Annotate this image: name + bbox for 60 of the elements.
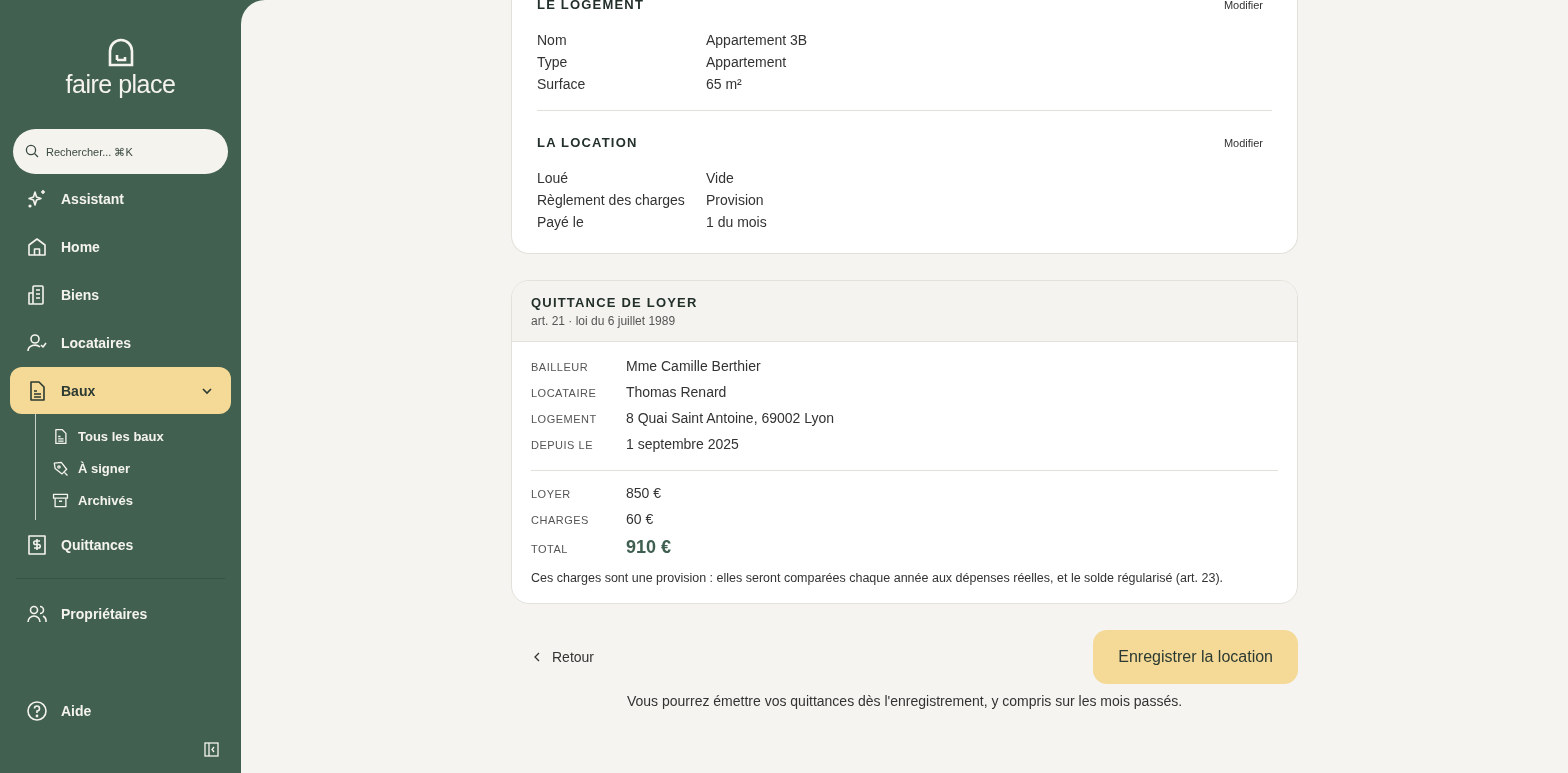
amount-value: 850 € <box>626 485 662 501</box>
person-check-icon <box>26 331 48 354</box>
field-label: Type <box>537 53 569 72</box>
section-heading: LE LOGEMENT <box>537 0 645 12</box>
receipt-subtitle: art. 21 · loi du 6 juillet 1989 <box>531 314 677 328</box>
field-label: Nom <box>537 31 568 50</box>
help-icon <box>26 699 48 722</box>
back-link[interactable]: Retour <box>533 649 595 665</box>
field-value: Thomas Renard <box>626 384 727 400</box>
field-value: 8 Quai Saint Antoine, 69002 Lyon <box>626 410 835 426</box>
chevron-left-icon <box>533 652 541 662</box>
house-arch-logo-icon <box>106 38 135 68</box>
sub-nav-item[interactable]: Archivés <box>52 484 231 516</box>
logo-text: faire place <box>65 70 176 99</box>
search-field[interactable]: Rechercher... ⌘K <box>13 129 228 174</box>
info-note: Vous pourrez émettre vos quittances dès l'enregistrement, y compris sur les mois passés. <box>625 693 1184 709</box>
field-value: 1 du mois <box>706 213 767 232</box>
field-value: 65 m² <box>706 75 742 94</box>
field-label: BAILLEUR <box>531 361 590 373</box>
amount-label: TOTAL <box>531 543 569 555</box>
search-icon <box>25 144 39 158</box>
field-value: Appartement 3B <box>706 31 808 50</box>
nav-item[interactable]: Home <box>10 223 231 270</box>
archive-box-icon <box>52 491 69 509</box>
total-amount: 910 € <box>626 537 672 558</box>
receipt-title: QUITTANCE DE LOYER <box>531 295 699 310</box>
nav-item[interactable]: Assistant <box>10 175 231 222</box>
field-value: Provision <box>706 191 764 210</box>
nav-item[interactable]: Aide <box>10 687 231 734</box>
save-button[interactable]: Enregistrer la location <box>1093 630 1298 684</box>
field-label: Loué <box>537 169 570 188</box>
field-label: LOCATAIRE <box>531 387 598 399</box>
collapse-sidebar-icon[interactable] <box>204 742 219 757</box>
sub-nav-item[interactable]: Tous les baux <box>52 420 231 452</box>
nav-item[interactable]: Baux <box>10 367 231 414</box>
field-value: Appartement <box>706 53 787 72</box>
field-label: LOGEMENT <box>531 413 598 425</box>
sparkle-icon <box>26 187 48 210</box>
field-value: Vide <box>706 169 734 188</box>
field-label: DEPUIS LE <box>531 439 594 451</box>
nav-item[interactable]: Biens <box>10 271 231 318</box>
amount-value: 60 € <box>626 511 654 527</box>
nav-item[interactable]: Locataires <box>10 319 231 366</box>
nav-item[interactable]: Propriétaires <box>10 590 231 637</box>
receipt-icon <box>26 533 48 556</box>
field-value: Mme Camille Berthier <box>626 358 761 374</box>
field-label: Surface <box>537 75 587 94</box>
section-heading: LA LOCATION <box>537 135 638 150</box>
amount-label: LOYER <box>531 488 572 500</box>
nav-item[interactable]: Quittances <box>10 521 231 568</box>
amount-label: CHARGES <box>531 514 590 526</box>
field-label: Règlement des charges <box>537 191 686 210</box>
house-icon <box>26 235 48 258</box>
sub-nav-item[interactable]: À signer <box>52 452 231 484</box>
edit-link[interactable]: Modifier <box>1223 136 1263 149</box>
field-value: 1 septembre 2025 <box>626 436 739 452</box>
field-label: Payé le <box>537 213 585 232</box>
charges-note: Ces charges sont une provision : elles seront comparées chaque année aux dépenses réelles, et le solde régularisé (art. 23). <box>531 571 1225 585</box>
document-icon <box>52 427 69 445</box>
edit-link[interactable]: Modifier <box>1223 0 1263 11</box>
